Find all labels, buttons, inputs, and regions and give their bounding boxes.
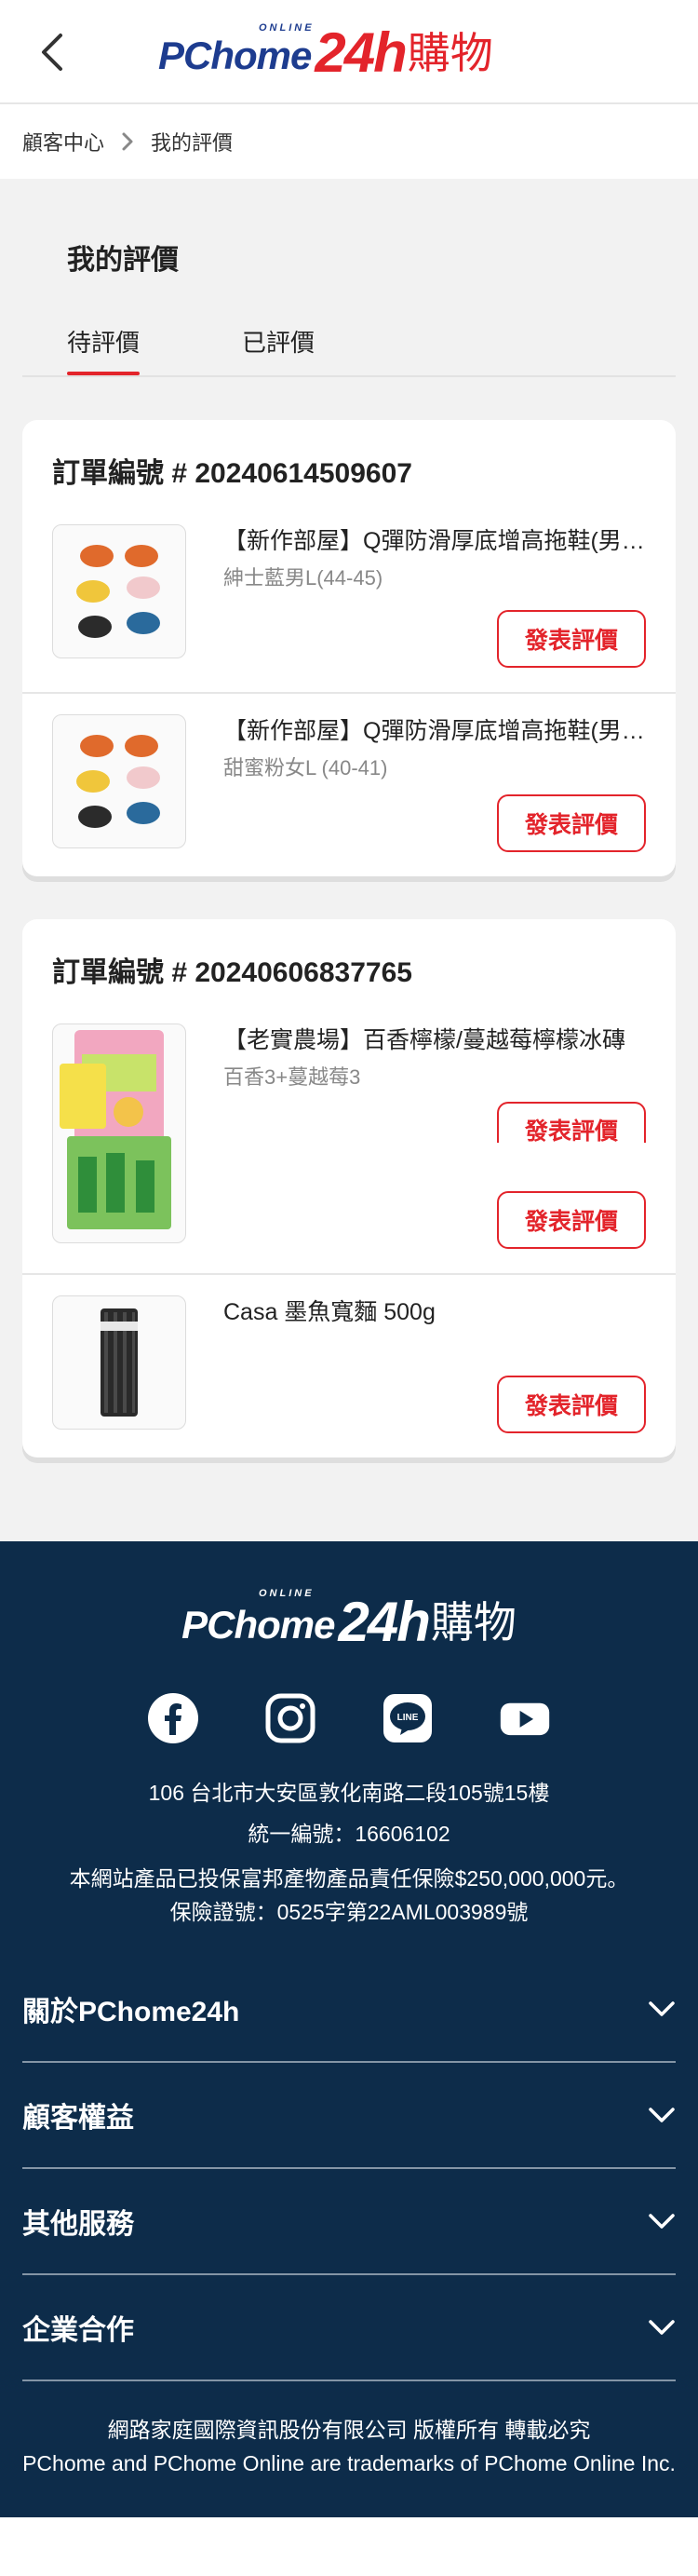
accordion-about[interactable]: 關於PChome24h	[22, 1957, 676, 2063]
page-title: 我的評價	[67, 245, 179, 276]
accordion-label: 其他服務	[22, 2209, 134, 2240]
logo-pchome-text: PChome	[158, 34, 312, 77]
main-content: 我的評價 待評價 已評價 訂單編號 # 20240614509607 【新作部屋…	[0, 179, 698, 1541]
product-image-slippers[interactable]	[52, 524, 186, 658]
write-review-button[interactable]: 發表評價	[497, 610, 646, 668]
chevron-down-icon	[649, 2320, 675, 2335]
order-item: 【新作部屋】Q彈防滑厚底增高拖鞋(男女款) 紳士藍男L(44-45) 發表評價	[22, 504, 676, 692]
footer-logo-shop-text: 購物	[430, 1598, 517, 1647]
accordion-label: 企業合作	[22, 2315, 134, 2346]
copyright-line-2: PChome and PChome Online are trademarks …	[22, 2451, 676, 2475]
footer: ONLINE PChome 24h 購物 LINE 106 台北市大安區敦化南路…	[0, 1541, 698, 2517]
instagram-icon[interactable]	[264, 1692, 316, 1744]
product-image-squid-ink-pasta[interactable]	[52, 1295, 186, 1430]
accordion-customer-rights[interactable]: 顧客權益	[22, 2063, 676, 2169]
social-links: LINE	[22, 1692, 676, 1744]
insurance-line-1: 本網站產品已投保富邦產物產品責任保險$250,000,000元。	[69, 1866, 629, 1891]
logo-24h-text: 24h	[315, 21, 407, 84]
product-image-slippers[interactable]	[52, 714, 186, 848]
breadcrumb-customer-center[interactable]: 顧客中心	[22, 127, 104, 156]
write-review-button[interactable]: 發表評價	[497, 1376, 646, 1433]
write-review-button[interactable]: 發表評價	[497, 794, 646, 852]
breadcrumb: 顧客中心 我的評價	[0, 104, 698, 179]
pasta-image	[101, 1308, 138, 1417]
top-bar: ONLINE PChome 24h 購物	[0, 0, 698, 104]
product-spec: 甜蜜粉女L (40-41)	[223, 756, 388, 780]
logo-online-text: ONLINE	[259, 22, 315, 34]
product-name[interactable]: 【老實農場】百香檸檬/蔓越莓檸檬冰磚	[223, 1024, 646, 1057]
write-review-button-clipped[interactable]: 發表評價	[497, 1102, 646, 1143]
tax-id-text: 統一編號：16606102	[248, 1822, 450, 1846]
copyright: 網路家庭國際資訊股份有限公司 版權所有 轉載必究 PChome and PCho…	[22, 2413, 676, 2480]
pchome-logo[interactable]: ONLINE PChome 24h 購物	[158, 20, 493, 84]
footer-logo-24h-text: 24h	[338, 1591, 430, 1653]
tab-reviewed[interactable]: 已評價	[242, 324, 315, 375]
chevron-left-icon	[42, 34, 62, 71]
review-tabs: 待評價 已評價	[22, 324, 676, 377]
order-number: 訂單編號 # 20240606837765	[52, 957, 412, 988]
order-item: 【新作部屋】Q彈防滑厚底增高拖鞋(男女款) 甜蜜粉女L (40-41) 發表評價	[22, 692, 676, 876]
chevron-down-icon	[649, 2001, 675, 2016]
tab-pending-review[interactable]: 待評價	[67, 324, 141, 375]
copyright-line-1: 網路家庭國際資訊股份有限公司 版權所有 轉載必究	[107, 2418, 591, 2442]
company-address: 106 台北市大安區敦化南路二段105號15樓 統一編號：16606102	[22, 1772, 676, 1854]
order-number: 訂單編號 # 20240614509607	[52, 458, 412, 489]
slippers-image	[76, 735, 160, 828]
line-icon[interactable]: LINE	[382, 1692, 434, 1744]
product-spec: 紳士藍男L(44-45)	[223, 566, 383, 590]
order-card: 訂單編號 # 20240606837765 【老實農場】百香檸檬/蔓越莓檸檬冰磚…	[22, 919, 676, 1457]
product-name[interactable]: Casa 墨魚寬麵 500g	[223, 1295, 646, 1329]
address-text: 106 台北市大安區敦化南路二段105號15樓	[148, 1781, 550, 1805]
accordion-label: 顧客權益	[22, 2103, 134, 2134]
svg-text:LINE: LINE	[397, 1713, 419, 1723]
product-name[interactable]: 【新作部屋】Q彈防滑厚底增高拖鞋(男女款)	[223, 714, 646, 748]
youtube-icon[interactable]	[499, 1692, 551, 1744]
insurance-info: 本網站產品已投保富邦產物產品責任保險$250,000,000元。 保險證號：05…	[22, 1862, 676, 1929]
back-button[interactable]	[26, 26, 78, 78]
chevron-down-icon	[649, 2214, 675, 2229]
logo-shop-text: 購物	[407, 29, 493, 77]
footer-logo[interactable]: ONLINE PChome 24h 購物	[22, 1584, 676, 1653]
breadcrumb-my-reviews: 我的評價	[151, 131, 234, 155]
order-item: Casa 墨魚寬麵 500g 發表評價	[22, 1273, 676, 1457]
footer-logo-online-text: ONLINE	[259, 1588, 315, 1599]
accordion-label: 關於PChome24h	[22, 1997, 240, 2027]
accordion-other-services[interactable]: 其他服務	[22, 2169, 676, 2275]
product-name[interactable]: 【新作部屋】Q彈防滑厚底增高拖鞋(男女款)	[223, 524, 646, 558]
product-spec: 百香3+蔓越莓3	[223, 1065, 361, 1089]
facebook-icon[interactable]	[147, 1692, 199, 1744]
order-card: 訂單編號 # 20240614509607 【新作部屋】Q彈防滑厚底增高拖鞋(男…	[22, 420, 676, 876]
footer-logo-pchome-text: PChome	[181, 1603, 335, 1647]
accordion-business[interactable]: 企業合作	[22, 2275, 676, 2381]
slippers-image	[76, 545, 160, 638]
footer-accordion: 關於PChome24h 顧客權益 其他服務 企業合作	[22, 1957, 676, 2381]
lemon-ice-image	[60, 1030, 171, 1229]
order-item: 【老實農場】百香檸檬/蔓越莓檸檬冰磚 百香3+蔓越莓3 發表評價 發表評價	[22, 1003, 676, 1273]
product-image-lemon-ice[interactable]	[52, 1024, 186, 1243]
chevron-right-icon	[121, 131, 134, 152]
chevron-down-icon	[649, 2108, 675, 2122]
insurance-line-2: 保險證號：0525字第22AML003989號	[169, 1900, 529, 1924]
write-review-button[interactable]: 發表評價	[497, 1191, 646, 1249]
